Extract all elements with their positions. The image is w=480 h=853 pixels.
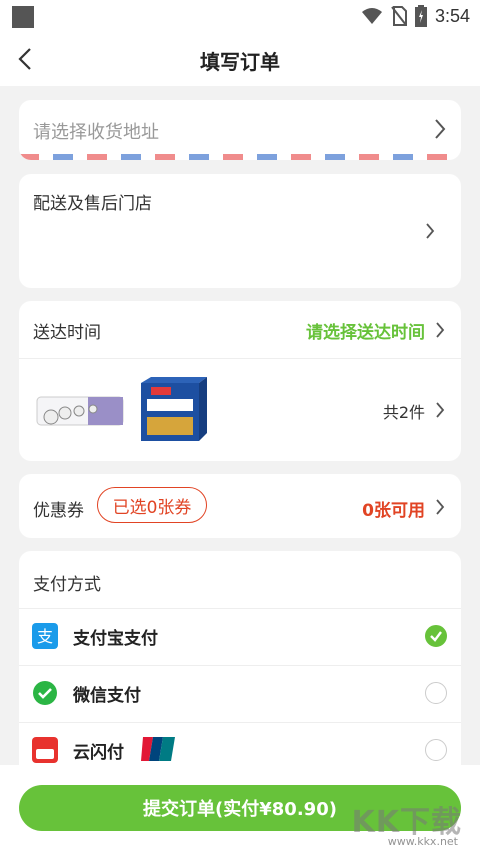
chevron-right-icon	[436, 402, 445, 418]
payment-option-label: 微信支付	[73, 686, 141, 706]
unionpay-logo	[141, 737, 175, 761]
yogurt-cups-image	[36, 396, 124, 426]
alipay-icon: 支	[32, 623, 58, 649]
coupon-label: 优惠券	[33, 501, 84, 521]
delivery-time-action: 请选择送达时间	[306, 323, 425, 343]
payment-card: 支付方式 支 支付宝支付 微信支付 云闪付	[19, 551, 461, 791]
watermark-url: www.kkx.net	[387, 835, 458, 848]
radio-checked[interactable]	[425, 625, 447, 647]
page-header: 填写订单	[0, 34, 480, 86]
page-title: 填写订单	[200, 50, 280, 74]
status-time: 3:54	[434, 5, 470, 26]
checkmark-icon	[429, 630, 442, 642]
radio-unchecked[interactable]	[425, 739, 447, 761]
chevron-right-icon	[436, 322, 445, 338]
address-selector[interactable]: 请选择收货地址	[19, 100, 461, 160]
address-placeholder: 请选择收货地址	[33, 122, 159, 143]
coupon-row[interactable]: 优惠券 已选0张券 0张可用	[19, 474, 461, 538]
payment-option-label: 支付宝支付	[73, 629, 158, 649]
chevron-right-icon	[426, 223, 435, 239]
payment-option-alipay[interactable]: 支 支付宝支付	[19, 608, 461, 665]
battery-icon	[414, 5, 427, 27]
bottom-bar: 提交订单(实付¥80.90) KK下载 www.kkx.net	[0, 765, 480, 853]
payment-option-label: 云闪付	[73, 743, 124, 763]
goods-row[interactable]: 共2件	[19, 359, 461, 461]
no-sim-icon	[391, 6, 407, 26]
milk-box-image	[141, 377, 207, 441]
svg-text:支: 支	[37, 627, 53, 646]
envelope-stripe	[19, 154, 461, 160]
delivery-time-row[interactable]: 送达时间 请选择送达时间	[19, 301, 461, 358]
wifi-icon	[361, 8, 382, 24]
wechat-pay-icon	[33, 681, 57, 705]
notification-icon	[12, 6, 34, 28]
coupon-selected-badge[interactable]: 已选0张券	[97, 487, 207, 523]
payment-option-wechat[interactable]: 微信支付	[19, 665, 461, 722]
chevron-right-icon	[436, 499, 445, 515]
payment-title: 支付方式	[33, 575, 101, 595]
status-bar: 3:54	[0, 0, 480, 34]
delivery-goods-card: 送达时间 请选择送达时间 共2件	[19, 301, 461, 461]
goods-count: 共2件	[382, 403, 425, 422]
radio-unchecked[interactable]	[425, 682, 447, 704]
chevron-right-icon	[435, 119, 446, 139]
store-selector[interactable]: 配送及售后门店	[19, 174, 461, 288]
coupon-available: 0张可用	[362, 501, 425, 521]
store-label: 配送及售后门店	[33, 194, 152, 214]
quickpass-icon	[32, 737, 58, 763]
delivery-time-label: 送达时间	[33, 323, 101, 343]
